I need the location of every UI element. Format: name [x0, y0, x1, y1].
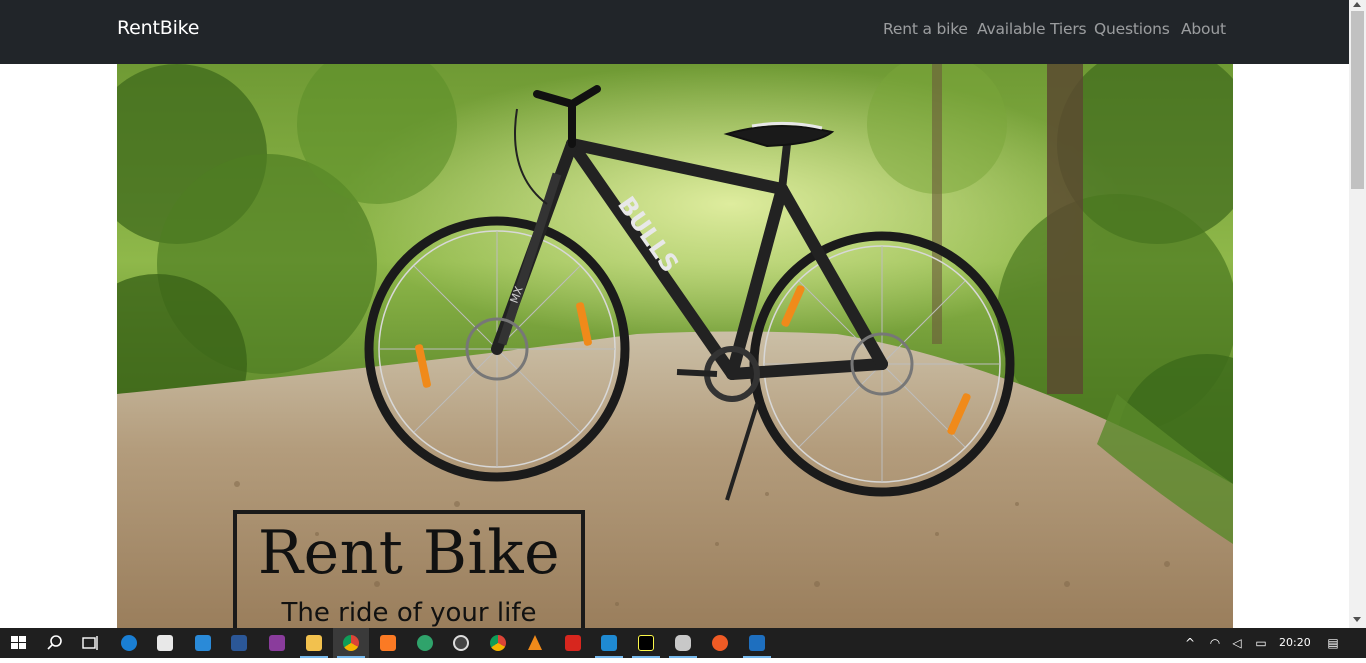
pycharm-glyph-icon [638, 635, 654, 651]
hero-title: Rent Bike [257, 518, 561, 588]
edge-glyph-icon [121, 635, 137, 651]
store-glyph-icon [157, 635, 173, 651]
page-scrollbar[interactable] [1349, 0, 1366, 628]
volume-icon[interactable]: ◁ [1230, 636, 1244, 650]
wifi-icon[interactable]: ◠ [1208, 636, 1222, 650]
vscode-icon[interactable] [591, 628, 627, 658]
nav-link-about[interactable]: About [1181, 20, 1226, 38]
postman-glyph-icon [712, 635, 728, 651]
photos-glyph-icon [749, 635, 765, 651]
kraken-glyph-icon [417, 635, 433, 651]
store-icon[interactable] [147, 628, 183, 658]
magnifier-icon [47, 635, 62, 650]
xampp-icon[interactable] [370, 628, 406, 658]
vlc-cone-icon [528, 635, 542, 650]
git-kraken-icon[interactable] [407, 628, 443, 658]
notifications-icon[interactable]: ▤ [1326, 636, 1340, 650]
task-view-glyph-icon [82, 636, 98, 650]
mail-glyph-icon [195, 635, 211, 651]
hero-image: BULLS MX Rent Bike The ride of your life [117, 64, 1233, 628]
battery-icon[interactable]: ▭ [1254, 636, 1268, 650]
visual-studio-glyph-icon [269, 635, 285, 651]
chevron-up-icon[interactable]: ^ [1183, 636, 1197, 650]
nav-link-available-tiers[interactable]: Available Tiers [977, 20, 1087, 38]
chrome-glyph-icon [343, 635, 359, 651]
pycharm-icon[interactable] [628, 628, 664, 658]
clock-time[interactable]: 20:20 [1279, 636, 1311, 649]
database-icon[interactable] [665, 628, 701, 658]
xampp-glyph-icon [380, 635, 396, 651]
obs-icon[interactable] [443, 628, 479, 658]
vscode-glyph-icon [601, 635, 617, 651]
scroll-down-icon[interactable] [1353, 617, 1361, 622]
photos-icon[interactable] [739, 628, 775, 658]
windows-logo-icon [11, 636, 26, 649]
nav-link-rent-a-bike[interactable]: Rent a bike [883, 20, 968, 38]
windows-taskbar: ^ ◠ ◁ ▭ 20:20 ▤ [0, 628, 1366, 658]
acrobat-icon[interactable] [555, 628, 591, 658]
chrome-icon[interactable] [333, 628, 369, 658]
visual-studio-icon[interactable] [259, 628, 295, 658]
chrome-alt-icon[interactable] [480, 628, 516, 658]
search-icon[interactable] [36, 628, 72, 658]
database-glyph-icon [675, 635, 691, 651]
nav-link-questions[interactable]: Questions [1094, 20, 1170, 38]
hero-subtitle: The ride of your life [281, 598, 537, 628]
obs-glyph-icon [453, 635, 469, 651]
brand-link[interactable]: RentBike [117, 17, 199, 39]
navbar: RentBike Rent a bike Available Tiers Que… [0, 0, 1349, 64]
windows-start-icon[interactable] [0, 628, 36, 658]
scroll-up-icon[interactable] [1353, 2, 1361, 7]
word-icon[interactable] [221, 628, 257, 658]
acrobat-glyph-icon [565, 635, 581, 651]
chrome-alt-glyph-icon [490, 635, 506, 651]
mail-icon[interactable] [185, 628, 221, 658]
task-view-icon[interactable] [72, 628, 108, 658]
edge-icon[interactable] [111, 628, 147, 658]
folder-glyph-icon [306, 635, 322, 651]
vlc-icon[interactable] [517, 628, 553, 658]
word-glyph-icon [231, 635, 247, 651]
scroll-thumb[interactable] [1351, 11, 1364, 189]
file-explorer-icon[interactable] [296, 628, 332, 658]
postman-icon[interactable] [702, 628, 738, 658]
hero-logo-box: Rent Bike The ride of your life [233, 510, 585, 628]
